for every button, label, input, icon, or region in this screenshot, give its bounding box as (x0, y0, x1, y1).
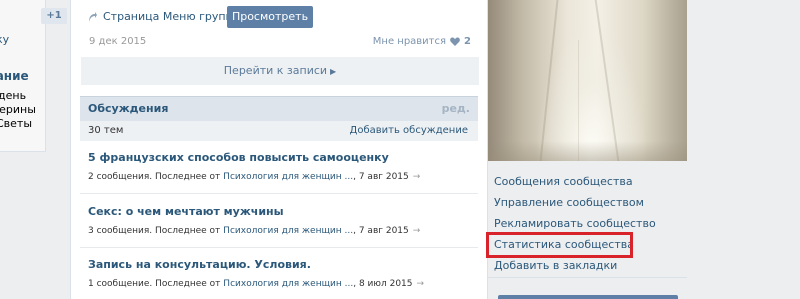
topic-item: Секс: о чем мечтают мужчины 3 сообщения.… (80, 205, 478, 248)
add-discussion-link[interactable]: Добавить обсуждение (350, 125, 468, 136)
topic-meta-date[interactable]: , 7 авг 2015 (353, 226, 409, 236)
community-photo[interactable] (488, 0, 687, 161)
left-column-link[interactable]: енку (0, 33, 9, 46)
topic-item: 5 французских способов повысить самооцен… (80, 151, 478, 194)
topics-count: 30 тем (88, 125, 124, 136)
arrow-right-icon[interactable]: → (417, 279, 425, 289)
topic-meta: 3 сообщения. Последнее от Психология для… (88, 226, 420, 236)
topic-last-author-link[interactable]: Психология для женщин ... (223, 226, 353, 236)
menu-add-bookmark[interactable]: Добавить в закладки (494, 259, 617, 272)
topic-meta-date[interactable]: , 7 авг 2015 (353, 172, 409, 182)
left-column-heading[interactable]: дание (0, 69, 29, 83)
topic-item: Запись на консультацию. Условия. 1 сообщ… (80, 258, 478, 299)
discussions-block: Обсуждения ред. 30 тем Добавить обсужден… (70, 0, 488, 299)
discussions-subheader: 30 тем Добавить обсуждение (80, 121, 478, 141)
topic-title[interactable]: Запись на консультацию. Условия. (88, 258, 311, 271)
menu-community-messages[interactable]: Сообщения сообщества (494, 175, 633, 188)
menu-manage-community[interactable]: Управление сообществом (494, 196, 644, 209)
discussions-edit-link[interactable]: ред. (442, 102, 470, 115)
arrow-right-icon[interactable]: → (413, 226, 421, 236)
menu-advertise-community[interactable]: Рекламировать сообщество (494, 217, 656, 230)
left-column-line: день (0, 89, 27, 102)
left-column-line: Светы (0, 117, 33, 130)
topic-meta-count: 2 сообщения. Последнее от (88, 172, 221, 182)
arrow-right-icon[interactable]: → (413, 172, 421, 182)
topic-meta-count: 3 сообщения. Последнее от (88, 226, 221, 236)
topic-meta-date[interactable]: , 8 июл 2015 (353, 279, 412, 289)
left-column: енку дание день атерины Светы ей (0, 0, 46, 152)
topic-title[interactable]: Секс: о чем мечтают мужчины (88, 205, 284, 218)
statistics-highlight (486, 232, 633, 258)
topic-meta: 1 сообщение. Последнее от Психология для… (88, 279, 424, 289)
plus-badge[interactable]: +1 (41, 8, 67, 24)
photo-detail (594, 0, 620, 161)
topic-meta: 2 сообщения. Последнее от Психология для… (88, 172, 420, 182)
discussions-header: Обсуждения ред. (80, 96, 478, 121)
topic-last-author-link[interactable]: Психология для женщин ... (223, 172, 353, 182)
topic-last-author-link[interactable]: Психология для женщин ... (223, 279, 353, 289)
left-column-line: атерины (0, 103, 36, 116)
divider (488, 277, 687, 278)
discussions-title[interactable]: Обсуждения (88, 102, 168, 115)
right-column-button[interactable] (498, 295, 678, 299)
topic-title[interactable]: 5 французских способов повысить самооцен… (88, 151, 389, 164)
photo-detail (539, 0, 559, 161)
photo-detail (488, 141, 687, 161)
topic-meta-count: 1 сообщение. Последнее от (88, 279, 221, 289)
